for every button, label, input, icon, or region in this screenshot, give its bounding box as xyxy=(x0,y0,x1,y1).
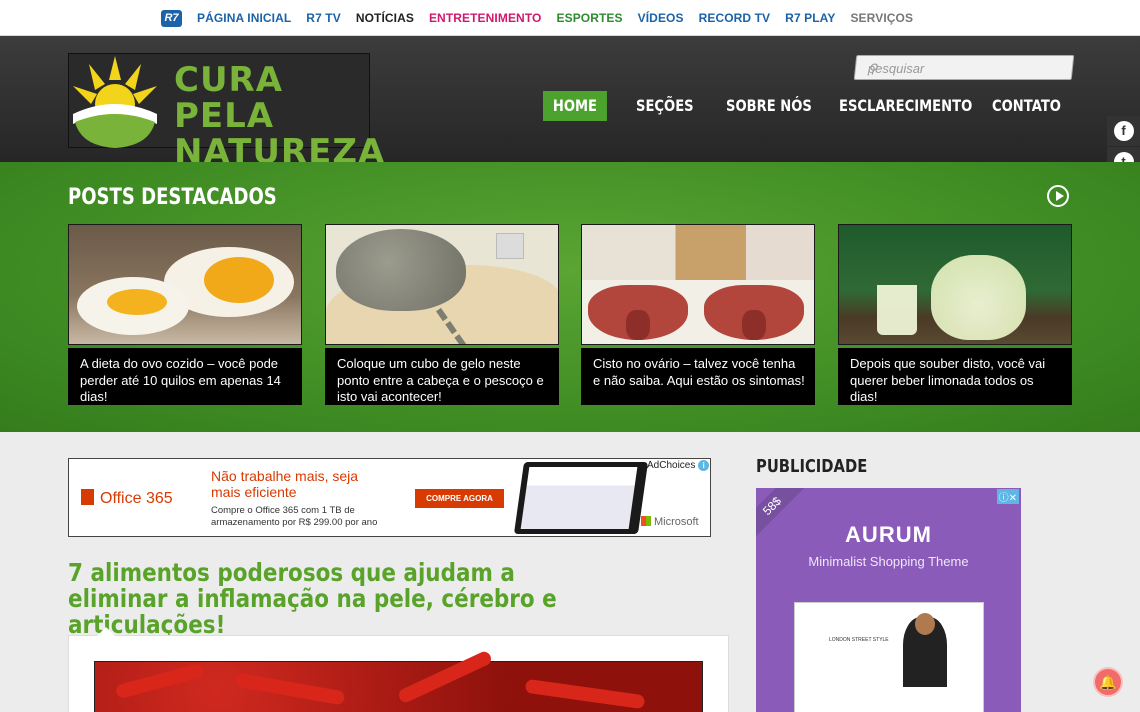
model-image xyxy=(903,613,947,687)
office-icon xyxy=(81,489,94,505)
featured-post[interactable]: Depois que souber disto, você vai querer… xyxy=(838,224,1072,406)
play-icon[interactable] xyxy=(1047,185,1069,207)
post-caption[interactable]: Depois que souber disto, você vai querer… xyxy=(838,348,1072,405)
featured-post[interactable]: A dieta do ovo cozido – você pode perder… xyxy=(68,224,302,406)
post-caption[interactable]: Cisto no ovário – talvez você tenha e nã… xyxy=(581,348,815,405)
tablet-image xyxy=(513,462,649,534)
microsoft-icon xyxy=(641,516,651,526)
r7-top-bar: R7 PÁGINA INICIAL R7 TV NOTÍCIAS ENTRETE… xyxy=(0,0,1140,36)
post-caption[interactable]: Coloque um cubo de gelo neste ponto entr… xyxy=(325,348,559,405)
nav-esclarecimento[interactable]: ESCLARECIMENTO xyxy=(839,91,972,121)
nav-contato[interactable]: CONTATO xyxy=(992,91,1061,121)
search-input[interactable]: pesquisar ⚲ xyxy=(853,55,1075,80)
r7-nav-item-noticias[interactable]: NOTÍCIAS xyxy=(356,11,414,25)
nav-home[interactable]: HOME xyxy=(543,91,607,121)
r7-nav-item-servicos[interactable]: SERVIÇOS xyxy=(850,11,913,25)
post-thumbnail-ovary[interactable] xyxy=(581,224,815,345)
sun-leaf-logo-icon xyxy=(73,56,157,148)
facebook-icon: f xyxy=(1113,121,1134,141)
ad-screenshot: LONDON STREET STYLE xyxy=(794,602,984,712)
post-thumbnail-lemonade[interactable] xyxy=(838,224,1072,345)
notification-bell-icon[interactable]: 🔔 xyxy=(1093,667,1123,697)
ad-brand: AURUM xyxy=(845,522,932,547)
featured-post[interactable]: Cisto no ovário – talvez você tenha e nã… xyxy=(581,224,815,406)
r7-logo[interactable]: R7 xyxy=(161,10,182,27)
article-card xyxy=(68,627,729,712)
nav-secoes[interactable]: SEÇÕES xyxy=(636,91,694,121)
r7-nav: PÁGINA INICIAL R7 TV NOTÍCIAS ENTRETENIM… xyxy=(197,0,928,36)
ad-subtext: Compre o Office 365 com 1 TB de armazena… xyxy=(211,505,378,528)
facebook-button[interactable]: f xyxy=(1107,116,1140,146)
ad-tagline: Minimalist Shopping Theme xyxy=(808,554,969,569)
r7-nav-item-pagina-inicial[interactable]: PÁGINA INICIAL xyxy=(197,11,291,25)
logo-wordmark: CURA PELA NATUREZA xyxy=(174,60,386,172)
post-caption[interactable]: A dieta do ovo cozido – você pode perder… xyxy=(68,348,302,405)
article-title[interactable]: 7 alimentos poderosos que ajudam a elimi… xyxy=(68,560,601,638)
site-header: CURA PELA NATUREZA pesquisar ⚲ HOME SEÇÕ… xyxy=(0,36,1140,170)
ad-screen-text: LONDON STREET STYLE xyxy=(829,637,889,643)
nav-sobre-nos[interactable]: SOBRE NÓS xyxy=(726,91,812,121)
office365-ad-banner[interactable]: Office 365 Não trabalhe mais, seja mais … xyxy=(68,458,711,537)
featured-posts-section: POSTS DESTACADOS A dieta do ovo cozido –… xyxy=(0,162,1140,432)
r7-nav-item-r7-play[interactable]: R7 PLAY xyxy=(785,11,835,25)
search-icon[interactable]: ⚲ xyxy=(868,61,1060,77)
adchoices-label[interactable]: AdChoices i xyxy=(647,460,710,471)
sidebar-title: PUBLICIDADE xyxy=(756,456,868,477)
microsoft-logo: Microsoft xyxy=(641,516,699,528)
featured-title: POSTS DESTACADOS xyxy=(68,185,277,210)
post-thumbnail-brain[interactable] xyxy=(325,224,559,345)
site-logo[interactable]: CURA PELA NATUREZA xyxy=(68,53,384,170)
office365-brand: Office 365 xyxy=(81,489,173,508)
ad-info-close-icon[interactable]: ⓘ✕ xyxy=(996,489,1019,504)
r7-nav-item-esportes[interactable]: ESPORTES xyxy=(556,11,622,25)
r7-nav-item-r7-tv[interactable]: R7 TV xyxy=(306,11,341,25)
post-thumbnail-eggs[interactable] xyxy=(68,224,302,345)
adchoices-icon: i xyxy=(698,460,710,471)
r7-nav-item-videos[interactable]: VÍDEOS xyxy=(638,11,684,25)
r7-nav-item-entretenimento[interactable]: ENTRETENIMENTO xyxy=(429,11,542,25)
article-image-peppers[interactable] xyxy=(94,649,703,712)
ad-cta-button[interactable]: COMPRE AGORA xyxy=(415,489,504,508)
ad-headline: Não trabalhe mais, seja mais eficiente xyxy=(211,468,359,500)
aurum-ad[interactable]: 58$ ⓘ✕ AURUM Minimalist Shopping Theme L… xyxy=(756,488,1021,712)
featured-post[interactable]: Coloque um cubo de gelo neste ponto entr… xyxy=(325,224,559,406)
r7-nav-item-record-tv[interactable]: RECORD TV xyxy=(699,11,771,25)
